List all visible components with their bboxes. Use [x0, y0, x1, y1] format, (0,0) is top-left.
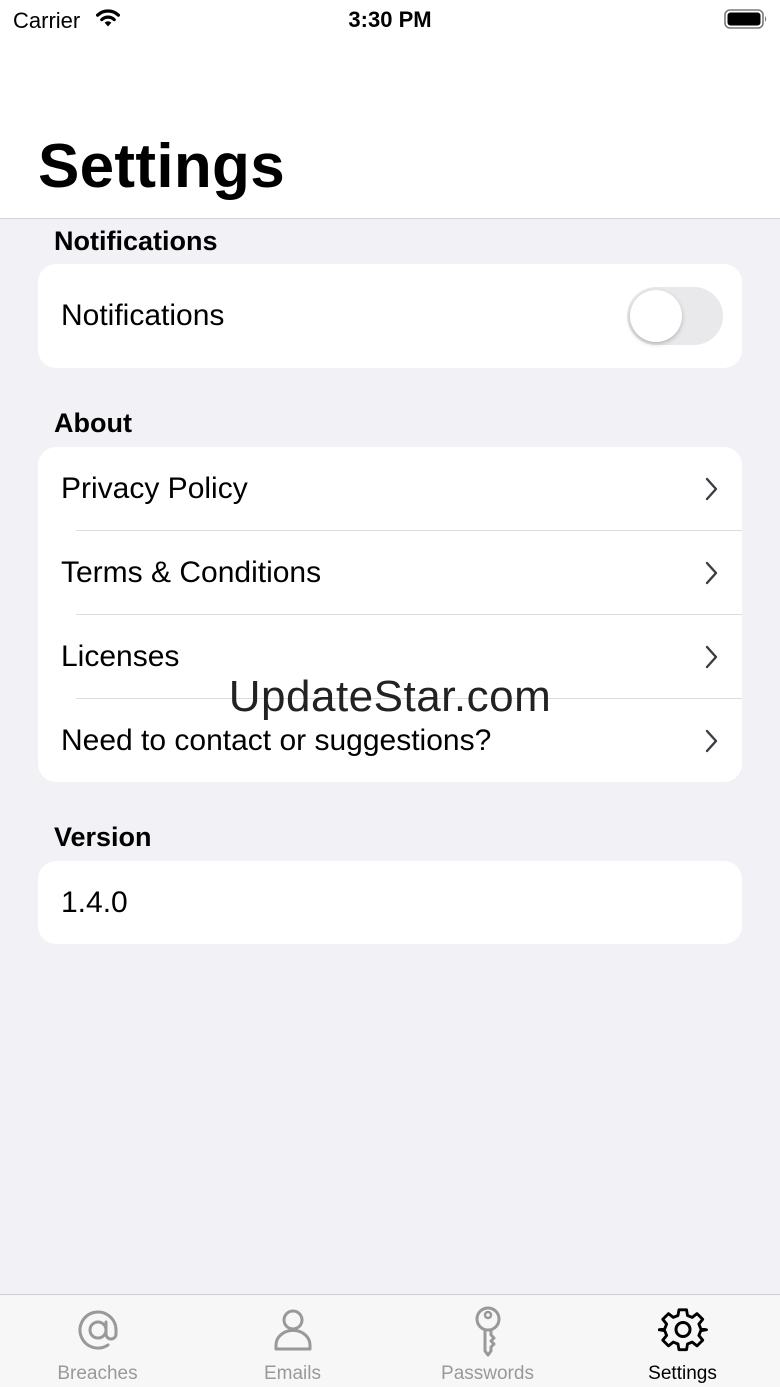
- chevron-right-icon: [704, 476, 720, 507]
- chevron-right-icon: [704, 644, 720, 675]
- tab-label: Emails: [263, 1363, 321, 1384]
- tab-label: Passwords: [441, 1363, 534, 1384]
- privacy-policy-label: Privacy Policy: [61, 472, 248, 505]
- notifications-toggle[interactable]: [627, 287, 723, 345]
- page-title: Settings: [38, 132, 285, 201]
- about-card: Privacy Policy Terms & Conditions Licens…: [38, 447, 742, 782]
- chevron-right-icon: [704, 728, 720, 759]
- tab-label: Breaches: [57, 1363, 138, 1384]
- notifications-label: Notifications: [61, 299, 225, 332]
- terms-conditions-label: Terms & Conditions: [61, 556, 322, 589]
- toggle-knob: [630, 290, 682, 342]
- key-icon: [390, 1305, 585, 1364]
- version-row: 1.4.0: [38, 861, 742, 944]
- terms-conditions-row[interactable]: Terms & Conditions: [38, 531, 742, 615]
- status-bar: Carrier 3:30 PM: [0, 0, 780, 40]
- section-header-notifications: Notifications: [54, 226, 218, 256]
- at-icon: [0, 1305, 195, 1360]
- section-header-about: About: [54, 408, 132, 438]
- battery-icon: [724, 9, 768, 34]
- notifications-card: Notifications: [38, 264, 742, 368]
- privacy-policy-row[interactable]: Privacy Policy: [38, 447, 742, 531]
- tab-label: Settings: [648, 1363, 717, 1384]
- version-value: 1.4.0: [61, 886, 128, 919]
- clock: 3:30 PM: [348, 7, 432, 32]
- gear-icon: [585, 1305, 780, 1360]
- person-icon: [195, 1305, 390, 1360]
- tab-settings[interactable]: Settings: [585, 1295, 780, 1387]
- tab-emails[interactable]: Emails: [195, 1295, 390, 1387]
- tab-breaches[interactable]: Breaches: [0, 1295, 195, 1387]
- navigation-header: Carrier 3:30 PM Settings: [0, 0, 780, 219]
- version-card: 1.4.0: [38, 861, 742, 944]
- chevron-right-icon: [704, 560, 720, 591]
- tab-bar: Breaches Emails Passwords Settings: [0, 1294, 780, 1387]
- tab-passwords[interactable]: Passwords: [390, 1295, 585, 1387]
- watermark: UpdateStar.com: [228, 672, 552, 721]
- section-header-version: Version: [54, 822, 152, 852]
